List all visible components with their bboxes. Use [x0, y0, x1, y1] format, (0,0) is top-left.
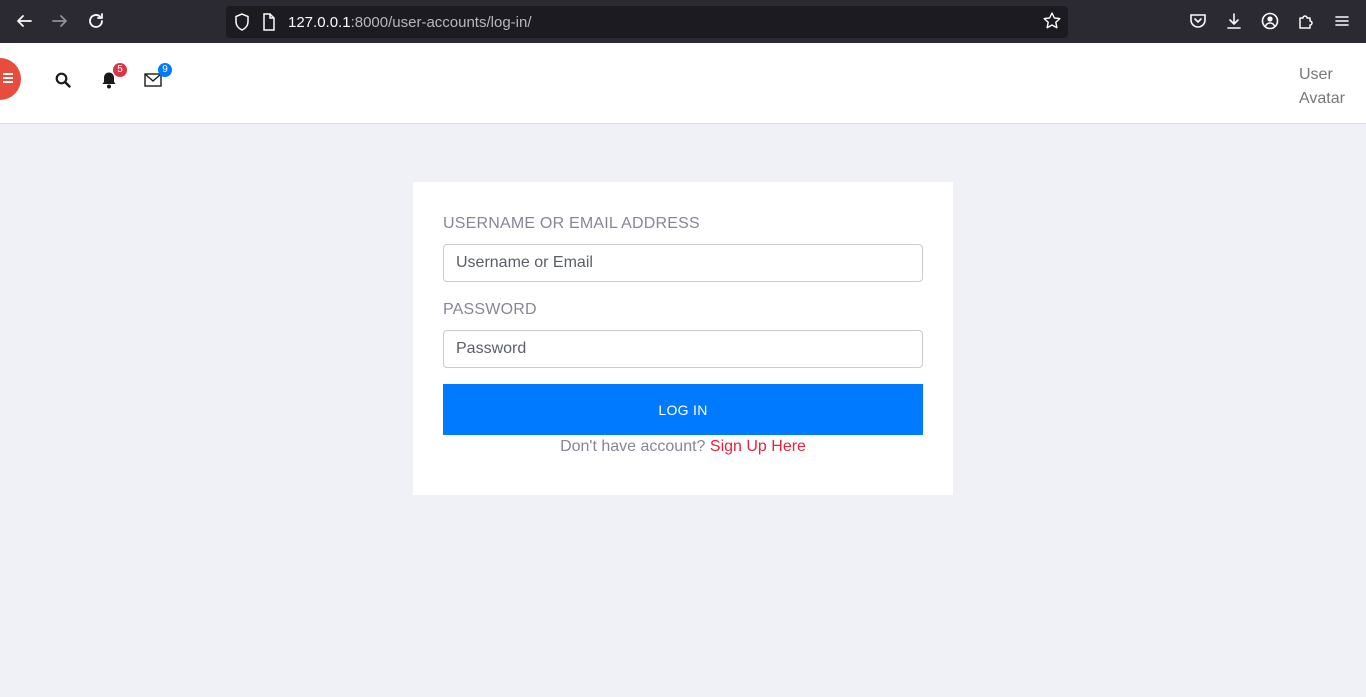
back-arrow-icon[interactable] [13, 10, 35, 32]
search-icon[interactable] [53, 70, 73, 90]
download-icon[interactable] [1223, 10, 1245, 32]
pocket-icon[interactable] [1187, 10, 1209, 32]
account-icon[interactable] [1259, 10, 1281, 32]
forward-arrow-icon[interactable] [49, 10, 71, 32]
url-text[interactable]: 127.0.0.1:8000/user-accounts/log-in/ [288, 14, 532, 31]
signup-link[interactable]: Sign Up Here [710, 438, 806, 455]
shield-icon[interactable] [234, 13, 250, 36]
url-path: :8000/user-accounts/log-in/ [350, 14, 532, 31]
user-avatar[interactable]: User Avatar [1299, 63, 1359, 111]
bookmark-star-icon[interactable] [1042, 11, 1062, 36]
page-icon [262, 13, 276, 36]
username-input[interactable] [443, 244, 923, 282]
browser-toolbar: 127.0.0.1:8000/user-accounts/log-in/ [0, 0, 1366, 43]
site-header: 5 9 User Avatar [0, 43, 1366, 124]
password-input[interactable] [443, 330, 923, 368]
login-card: USERNAME OR EMAIL ADDRESS PASSWORD LOG I… [413, 182, 953, 495]
password-label: PASSWORD [443, 301, 537, 318]
signup-prompt-text: Don't have account? [560, 438, 706, 455]
username-label: USERNAME OR EMAIL ADDRESS [443, 215, 700, 232]
url-host: 127.0.0.1 [288, 14, 351, 31]
hamburger-icon [3, 73, 13, 85]
signup-prompt: Don't have account? Sign Up Here [413, 438, 953, 456]
reload-icon[interactable] [85, 10, 107, 32]
address-bar[interactable]: 127.0.0.1:8000/user-accounts/log-in/ [226, 6, 1068, 38]
menu-icon[interactable] [1331, 10, 1353, 32]
extensions-icon[interactable] [1295, 10, 1317, 32]
sidebar-toggle-button[interactable] [0, 58, 21, 100]
notification-count-badge: 5 [113, 63, 127, 77]
login-button[interactable]: LOG IN [443, 384, 923, 435]
message-count-badge: 9 [158, 63, 172, 77]
